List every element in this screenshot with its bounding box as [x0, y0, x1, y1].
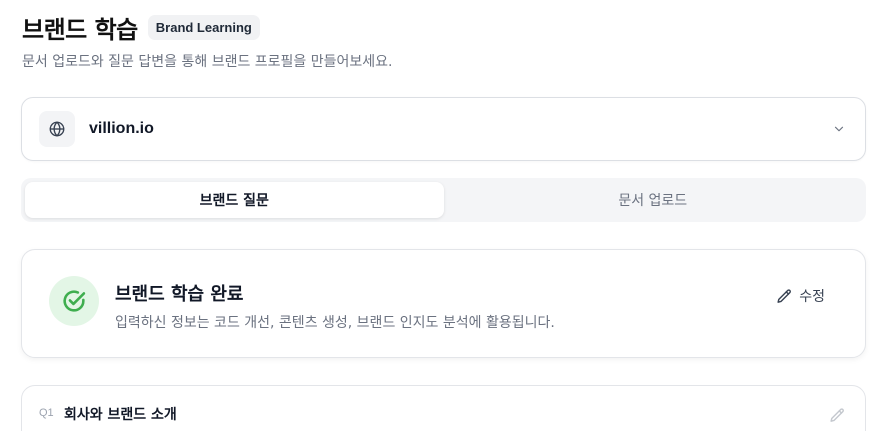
question-title: 회사와 브랜드 소개: [64, 407, 177, 423]
status-description: 입력하신 정보는 코드 개선, 콘텐츠 생성, 브랜드 인지도 분석에 활용됩니…: [115, 315, 555, 331]
learning-status-card: 브랜드 학습 완료 입력하신 정보는 코드 개선, 콘텐츠 생성, 브랜드 인지…: [21, 249, 866, 358]
chevron-down-icon[interactable]: [832, 122, 846, 136]
pencil-icon[interactable]: [829, 407, 846, 424]
page-subtitle: 문서 업로드와 질문 답변을 통해 브랜드 프로필을 만들어보세요.: [22, 54, 393, 70]
page-header: 브랜드 학습 Brand Learning: [22, 10, 260, 45]
site-selector[interactable]: villion.io: [21, 97, 866, 161]
question-number: Q1: [39, 407, 54, 419]
tab-brand-questions[interactable]: 브랜드 질문: [25, 182, 444, 218]
pencil-icon: [776, 288, 793, 305]
question-card[interactable]: Q1 회사와 브랜드 소개: [21, 385, 866, 431]
tab-document-upload[interactable]: 문서 업로드: [444, 182, 863, 218]
globe-icon: [39, 111, 75, 147]
site-selector-value: villion.io: [89, 120, 154, 137]
tab-bar: 브랜드 질문 문서 업로드: [21, 178, 866, 222]
page-title: 브랜드 학습: [22, 16, 138, 44]
edit-button[interactable]: 수정: [776, 286, 825, 306]
status-title: 브랜드 학습 완료: [115, 284, 244, 305]
page-badge: Brand Learning: [147, 15, 260, 40]
check-circle-icon: [49, 276, 99, 326]
edit-button-label: 수정: [799, 289, 825, 305]
